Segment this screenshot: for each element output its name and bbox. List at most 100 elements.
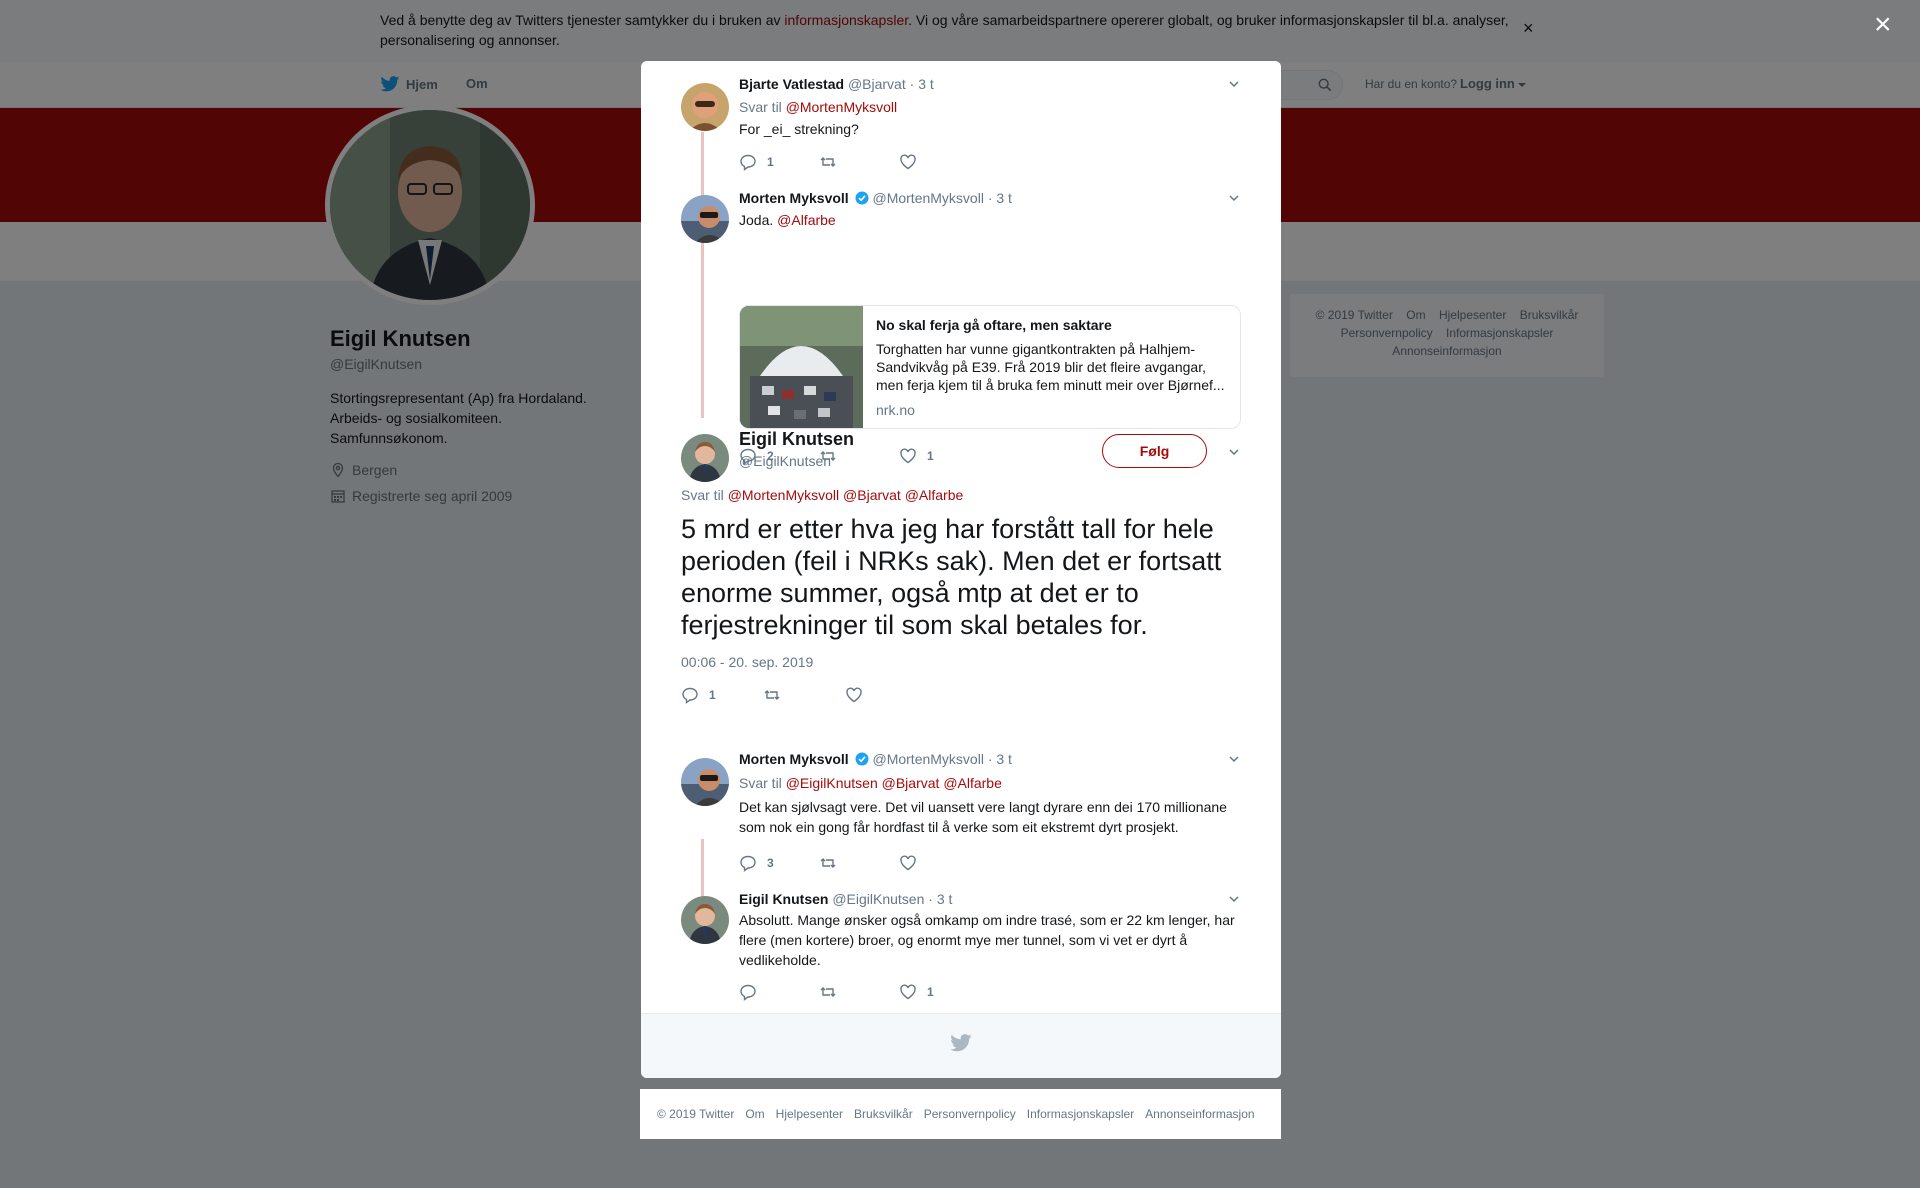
verified-icon xyxy=(855,191,869,205)
reply-mention[interactable]: @Alfarbe xyxy=(943,775,1002,791)
avatar[interactable] xyxy=(681,195,729,243)
avatar-image xyxy=(681,83,729,131)
reply-mention[interactable]: @Bjarvat xyxy=(882,775,940,791)
tweet[interactable]: Bjarte Vatlestad @Bjarvat · 3 t Svar til… xyxy=(681,75,1241,185)
tweet-text-body: Joda. xyxy=(739,212,774,228)
link-card-title: No skal ferja gå oftare, men saktare xyxy=(876,317,1112,333)
reply-label: Svar til xyxy=(739,775,782,791)
link-card-image xyxy=(740,306,863,428)
avatar[interactable] xyxy=(681,896,729,944)
close-icon[interactable]: × xyxy=(1874,10,1892,40)
tweet-header: Morten Myksvoll @MortenMyksvoll · 3 t xyxy=(739,189,1241,207)
tweet-reply-context: Svar til @MortenMyksvoll @Bjarvat @Alfar… xyxy=(681,487,963,503)
link-card-text: No skal ferja gå oftare, men saktare Tor… xyxy=(876,316,1230,418)
tweet-text: For _ei_ strekning? xyxy=(739,121,859,137)
tweet-author-handle[interactable]: @EigilKnutsen xyxy=(832,891,924,907)
follow-button[interactable]: Følg xyxy=(1102,434,1207,468)
tweet-time[interactable]: · 3 t xyxy=(988,190,1012,206)
reply-mention[interactable]: @Bjarvat xyxy=(843,487,901,503)
twitter-bird-icon xyxy=(950,1034,972,1052)
tweet-timestamp[interactable]: 00:06 - 20. sep. 2019 xyxy=(681,654,813,670)
retweet-icon xyxy=(820,157,836,167)
footer-link[interactable]: Informasjonskapsler xyxy=(1027,1107,1134,1121)
footer-link[interactable]: Om xyxy=(745,1107,764,1121)
tweet-mention[interactable]: @Alfarbe xyxy=(777,212,836,228)
reply-button[interactable]: 3 xyxy=(739,854,819,872)
tweet-modal: Bjarte Vatlestad @Bjarvat · 3 t Svar til… xyxy=(641,61,1281,1078)
tweet-author-name[interactable]: Bjarte Vatlestad xyxy=(739,76,844,92)
avatar-image xyxy=(681,896,729,944)
reply-label: Svar til xyxy=(681,487,724,503)
tweet[interactable]: Eigil Knutsen @EigilKnutsen · 3 t Absolu… xyxy=(681,890,1241,1005)
retweet-icon xyxy=(820,858,836,868)
tweet-text: Joda. @Alfarbe xyxy=(739,210,1241,230)
chevron-down-icon[interactable] xyxy=(1227,445,1241,459)
reply-button[interactable]: 1 xyxy=(739,153,819,171)
tweet-author-name[interactable]: Eigil Knutsen xyxy=(739,891,828,907)
chevron-down-icon[interactable] xyxy=(1227,892,1241,906)
tweet-author-handle[interactable]: @MortenMyksvoll xyxy=(872,751,983,767)
reply-mention[interactable]: @EigilKnutsen xyxy=(786,775,878,791)
reply-mention[interactable]: @Alfarbe xyxy=(905,487,964,503)
reply-count: 3 xyxy=(767,856,774,870)
like-button[interactable] xyxy=(845,686,927,704)
tweet-author-name[interactable]: Eigil Knutsen xyxy=(739,429,854,450)
reply-label: Svar til xyxy=(739,99,782,115)
avatar-image xyxy=(681,758,729,806)
tweet-author-name[interactable]: Morten Myksvoll xyxy=(739,190,849,206)
like-button[interactable] xyxy=(899,854,979,872)
chevron-down-icon[interactable] xyxy=(1227,77,1241,91)
footer-link[interactable]: Personvernpolicy xyxy=(924,1107,1016,1121)
reply-button[interactable]: 1 xyxy=(681,686,763,704)
like-button[interactable] xyxy=(899,153,979,171)
footer-link[interactable]: Bruksvilkår xyxy=(854,1107,913,1121)
tweet-time[interactable]: · 3 t xyxy=(988,751,1012,767)
tweet-actions: 1 xyxy=(681,686,927,704)
chevron-down-icon[interactable] xyxy=(1227,191,1241,205)
retweet-icon xyxy=(820,987,836,997)
avatar[interactable] xyxy=(681,758,729,806)
tweet-body: Bjarte Vatlestad @Bjarvat · 3 t Svar til… xyxy=(739,75,1241,139)
reply-count: 1 xyxy=(767,155,774,169)
like-icon xyxy=(900,984,916,1000)
reply-mention[interactable]: @MortenMyksvoll xyxy=(728,487,839,503)
tweet-author-handle[interactable]: @Bjarvat xyxy=(848,76,906,92)
chevron-down-icon[interactable] xyxy=(1227,752,1241,766)
tweet-body: Eigil Knutsen @EigilKnutsen · 3 t Absolu… xyxy=(739,890,1241,970)
tweet-time[interactable]: · 3 t xyxy=(928,891,952,907)
tweet[interactable]: Morten Myksvoll @MortenMyksvoll · 3 t Sv… xyxy=(681,750,1241,872)
tweet-actions: 1 xyxy=(739,153,979,171)
like-icon xyxy=(900,855,916,871)
link-card[interactable]: No skal ferja gå oftare, men saktare Tor… xyxy=(739,305,1241,429)
reply-icon xyxy=(682,687,698,704)
footer-link[interactable]: © 2019 Twitter xyxy=(657,1107,734,1121)
avatar-image xyxy=(681,195,729,243)
reply-icon xyxy=(740,855,756,872)
retweet-button[interactable] xyxy=(819,854,899,872)
focused-tweet-author: Eigil Knutsen @EigilKnutsen xyxy=(739,429,854,469)
tweet-text: Det kan sjølvsagt vere. Det vil uansett … xyxy=(739,799,1227,835)
retweet-button[interactable] xyxy=(819,153,899,171)
like-count: 1 xyxy=(927,985,934,999)
reply-icon xyxy=(740,154,756,171)
footer-link[interactable]: Annonseinformasjon xyxy=(1145,1107,1254,1121)
reply-mention[interactable]: @MortenMyksvoll xyxy=(786,99,897,115)
tweet-text: Absolutt. Mange ønsker også omkamp om in… xyxy=(739,912,1235,968)
reply-icon xyxy=(740,984,756,1001)
tweet-reply-context: Svar til @EigilKnutsen @Bjarvat @Alfarbe xyxy=(739,775,1241,791)
retweet-button[interactable] xyxy=(763,686,845,704)
avatar[interactable] xyxy=(681,83,729,131)
tweet-author-handle[interactable]: @MortenMyksvoll xyxy=(872,190,983,206)
reply-button[interactable] xyxy=(739,983,819,1001)
tweet-time[interactable]: · 3 t xyxy=(910,76,934,92)
avatar[interactable] xyxy=(681,434,729,482)
like-icon xyxy=(900,154,916,170)
tweet-author-handle[interactable]: @EigilKnutsen xyxy=(739,453,854,469)
link-card-description: Torghatten har vunne gigantkontrakten på… xyxy=(876,341,1225,393)
tweet-author-name[interactable]: Morten Myksvoll xyxy=(739,751,849,767)
retweet-button[interactable] xyxy=(819,983,899,1001)
footer-link[interactable]: Hjelpesenter xyxy=(776,1107,843,1121)
tweet-body: Morten Myksvoll @MortenMyksvoll · 3 t Jo… xyxy=(739,189,1241,230)
avatar-image xyxy=(681,434,729,482)
like-button[interactable]: 1 xyxy=(899,983,979,1001)
